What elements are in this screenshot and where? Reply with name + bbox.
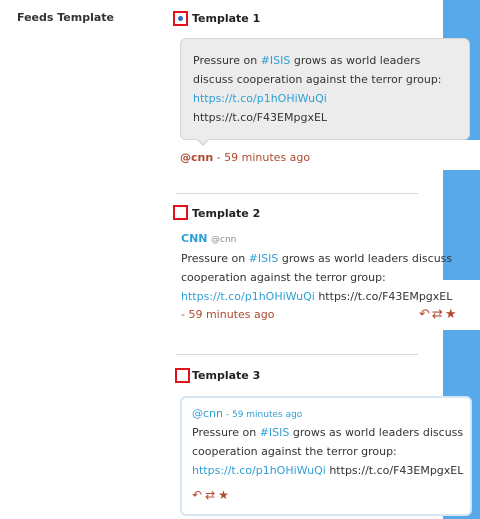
user-handle[interactable]: @cnn xyxy=(192,407,223,420)
retweet-icon[interactable]: ⇄ xyxy=(432,307,445,322)
reply-icon[interactable]: ↶ xyxy=(192,488,205,502)
template-2-radio[interactable] xyxy=(173,205,188,220)
reply-icon[interactable]: ↶ xyxy=(419,307,432,322)
tweet-text: Pressure on xyxy=(181,252,249,265)
hashtag-link[interactable]: #ISIS xyxy=(260,426,290,439)
user-handle[interactable]: @cnn xyxy=(180,151,213,164)
template-3-title: Template 3 xyxy=(192,369,261,382)
template-1-radio[interactable] xyxy=(173,11,188,26)
template-1-meta: @cnn - 59 minutes ago xyxy=(180,151,310,164)
radio-selected-dot xyxy=(178,16,183,21)
template-3-tweet-card: @cnn - 59 minutes ago Pressure on #ISIS … xyxy=(180,396,472,516)
tweet-text: Pressure on xyxy=(192,426,260,439)
template-divider xyxy=(176,193,418,194)
hashtag-link[interactable]: #ISIS xyxy=(249,252,279,265)
template-divider xyxy=(176,354,418,355)
tweet-url-text: https://t.co/F43EMpgxEL xyxy=(193,111,328,124)
template-3-header: @cnn - 59 minutes ago xyxy=(192,407,302,420)
tweet-link[interactable]: https://t.co/p1hOHiWuQi xyxy=(193,92,327,105)
timestamp: - 59 minutes ago xyxy=(181,308,275,321)
hashtag-link[interactable]: #ISIS xyxy=(261,54,291,67)
star-icon[interactable]: ★ xyxy=(445,307,459,322)
retweet-icon[interactable]: ⇄ xyxy=(205,488,218,502)
feeds-template-label: Feeds Template xyxy=(17,11,114,24)
template-3-tweet-text: Pressure on #ISIS grows as world leaders… xyxy=(192,423,470,480)
template-2-tweet-text: Pressure on #ISIS grows as world leaders… xyxy=(181,249,461,306)
tweet-url-text: https://t.co/F43EMpgxEL xyxy=(325,464,464,477)
tweet-url-text: https://t.co/F43EMpgxEL xyxy=(314,290,453,303)
bubble-tail xyxy=(197,138,209,144)
user-handle[interactable]: @cnn xyxy=(211,235,236,245)
account-name[interactable]: CNN xyxy=(181,232,208,245)
template-1-title: Template 1 xyxy=(192,12,261,25)
template-2-actions: ↶⇄★ xyxy=(419,307,458,322)
tweet-text: Pressure on xyxy=(193,54,261,67)
timestamp: - 59 minutes ago xyxy=(223,410,303,420)
template-1-tweet-bubble: Pressure on #ISIS grows as world leaders… xyxy=(180,38,470,140)
tweet-link[interactable]: https://t.co/p1hOHiWuQi xyxy=(181,290,315,303)
tweet-link[interactable]: https://t.co/p1hOHiWuQi xyxy=(192,464,326,477)
star-icon[interactable]: ★ xyxy=(218,488,232,502)
template-3-radio[interactable] xyxy=(175,368,190,383)
timestamp: - 59 minutes ago xyxy=(213,151,311,164)
template-2-title: Template 2 xyxy=(192,207,261,220)
template-3-actions: ↶⇄★ xyxy=(192,488,232,502)
template-2-header: CNN @cnn xyxy=(181,232,236,245)
